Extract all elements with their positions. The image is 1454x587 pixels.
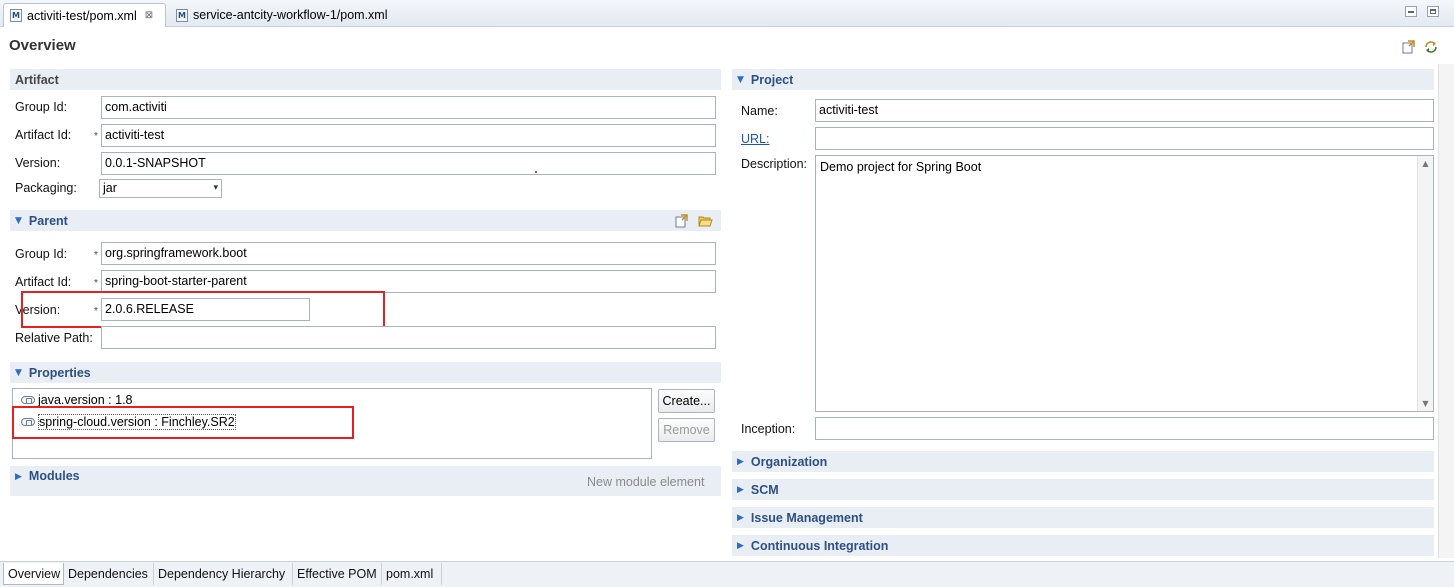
section-label: SCM: [750, 482, 779, 497]
collapse-arrow-icon: ▶: [737, 540, 744, 551]
maven-file-icon: M: [176, 8, 188, 22]
list-item[interactable]: java.version : 1.8: [21, 393, 133, 407]
project-url-field[interactable]: [815, 127, 1434, 150]
inception-label: Inception:: [741, 422, 796, 436]
url-link[interactable]: URL:: [741, 132, 769, 146]
relative-path-field[interactable]: [101, 326, 716, 349]
section-label: Continuous Integration: [750, 538, 889, 553]
project-name-label: Name:: [741, 104, 778, 118]
remove-property-button[interactable]: Remove: [658, 418, 715, 442]
expand-arrow-icon: ▼: [15, 215, 22, 226]
stray-mark: [535, 171, 537, 173]
organization-section-header[interactable]: ▶ Organization: [732, 451, 1434, 472]
maximize-icon[interactable]: [1427, 6, 1439, 17]
artifact-group-id-field[interactable]: com.activiti: [101, 96, 716, 119]
continuous-integration-section-header[interactable]: ▶ Continuous Integration: [732, 535, 1434, 556]
scm-section-header[interactable]: ▶ SCM: [732, 479, 1434, 500]
property-text: java.version : 1.8: [38, 393, 133, 407]
artifact-group-id-label: Group Id:: [15, 100, 68, 114]
packaging-label: Packaging:: [15, 181, 77, 195]
required-marker: *: [94, 250, 98, 261]
bottom-tab-bar: Overview Dependencies Dependency Hierarc…: [0, 561, 1454, 587]
required-marker: *: [94, 131, 98, 142]
page-title: Overview: [9, 37, 76, 54]
project-section-header[interactable]: ▼ Project: [732, 69, 1434, 90]
minimize-icon[interactable]: [1405, 6, 1417, 17]
section-label: Organization: [750, 454, 828, 469]
parent-artifact-id-field[interactable]: spring-boot-starter-parent: [101, 270, 716, 293]
parent-group-id-label: Group Id:: [15, 247, 68, 261]
expand-arrow-icon: ▼: [15, 367, 22, 378]
collapse-arrow-icon: ▶: [737, 484, 744, 495]
artifact-id-field[interactable]: activiti-test: [101, 124, 716, 147]
modules-header-label: Modules: [28, 469, 80, 483]
refresh-icon[interactable]: [1424, 40, 1438, 54]
collapse-arrow-icon: ▶: [15, 472, 22, 482]
relative-path-label: Relative Path:: [15, 331, 93, 345]
property-tag-icon: [21, 396, 35, 404]
scroll-up-icon[interactable]: ▲: [1418, 159, 1433, 168]
issue-management-section-header[interactable]: ▶ Issue Management: [732, 507, 1434, 528]
scroll-down-icon[interactable]: ▼: [1418, 399, 1433, 408]
inception-field[interactable]: [815, 417, 1434, 440]
description-text: Demo project for Spring Boot: [820, 160, 982, 174]
editor-tab-activiti-pom[interactable]: M activiti-test/pom.xml ⊠: [3, 3, 166, 27]
artifact-version-label: Version:: [15, 156, 61, 170]
artifact-header-label: Artifact: [15, 72, 59, 87]
tab-effective-pom[interactable]: Effective POM: [293, 563, 382, 585]
properties-section-header[interactable]: ▼ Properties: [10, 362, 721, 383]
collapse-arrow-icon: ▶: [737, 456, 744, 467]
tab-overview[interactable]: Overview: [3, 563, 64, 585]
tab-pom-xml[interactable]: pom.xml: [382, 563, 442, 585]
packaging-select[interactable]: jar ▾: [99, 179, 222, 198]
create-property-button[interactable]: Create...: [658, 389, 715, 413]
description-textarea[interactable]: Demo project for Spring Boot ▲ ▼: [815, 155, 1434, 412]
artifact-section-header: Artifact: [10, 69, 721, 90]
parent-section-header[interactable]: ▼ Parent: [10, 210, 721, 231]
editor-tab-bar: M activiti-test/pom.xml ⊠ M service-antc…: [0, 0, 1454, 27]
parent-group-id-field[interactable]: org.springframework.boot: [101, 242, 716, 265]
tab-dependencies[interactable]: Dependencies: [64, 563, 154, 585]
annotation-highlight-box: [12, 406, 354, 439]
properties-header-label: Properties: [28, 365, 91, 380]
close-icon[interactable]: ⊠: [145, 10, 153, 21]
project-header-label: Project: [750, 72, 794, 87]
open-folder-icon[interactable]: [698, 214, 713, 228]
new-module-hint[interactable]: New module element: [587, 475, 704, 489]
section-label: Issue Management: [750, 510, 863, 525]
project-name-field[interactable]: activiti-test: [815, 99, 1434, 122]
maven-file-icon: M: [10, 9, 22, 22]
packaging-value: jar: [103, 181, 117, 195]
editor-tab-label: activiti-test/pom.xml: [27, 8, 137, 23]
description-scrollbar[interactable]: ▲ ▼: [1417, 156, 1433, 411]
description-label: Description:: [741, 157, 807, 171]
tab-dependency-hierarchy[interactable]: Dependency Hierarchy: [154, 563, 293, 585]
expand-arrow-icon: ▼: [737, 74, 744, 85]
annotation-highlight-box: [21, 291, 385, 328]
artifact-id-label: Artifact Id:: [15, 128, 72, 142]
editor-tab-service-pom[interactable]: M service-antcity-workflow-1/pom.xml: [170, 3, 410, 27]
page-scrollbar[interactable]: [1438, 64, 1454, 558]
chevron-down-icon: ▾: [213, 183, 218, 193]
required-marker: *: [94, 278, 98, 289]
parent-artifact-id-label: Artifact Id:: [15, 275, 72, 289]
parent-header-label: Parent: [28, 213, 68, 228]
select-parent-icon[interactable]: [675, 214, 689, 228]
collapse-arrow-icon: ▶: [737, 512, 744, 523]
artifact-version-field[interactable]: 0.0.1-SNAPSHOT: [101, 152, 716, 175]
editor-tab-label: service-antcity-workflow-1/pom.xml: [193, 8, 388, 22]
open-pom-icon[interactable]: [1402, 40, 1416, 54]
